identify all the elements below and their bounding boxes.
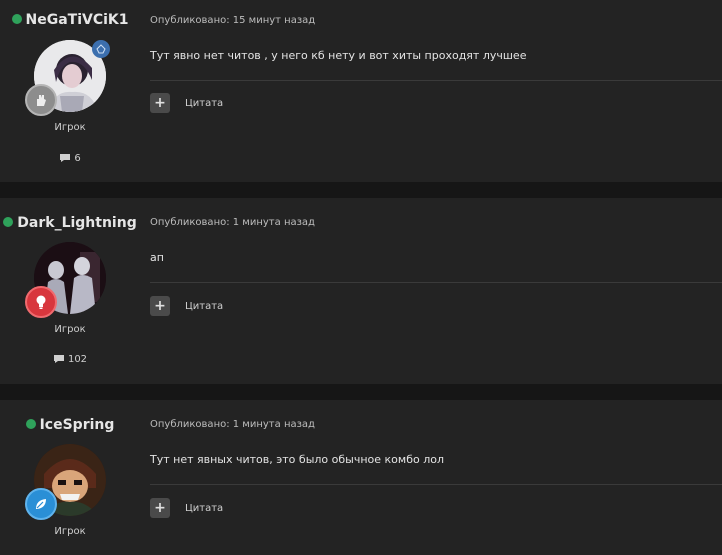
published-date: Опубликовано: 1 минута назад [150,217,315,228]
leaf-icon [25,488,57,520]
plus-icon: + [150,93,170,113]
user-role: Игрок [54,324,86,335]
published-date: Опубликовано: 1 минута назад [150,419,315,430]
post-text: ап [150,251,164,264]
quote-button[interactable]: + Цитата [150,93,223,113]
published-date: Опубликовано: 15 минут назад [150,15,316,26]
quote-label: Цитата [185,300,224,312]
divider [150,80,722,81]
hand-icon [25,84,57,116]
post: Dark_Lightning Игрок 102 Опубликовано: 1… [0,198,722,384]
comment-icon [60,154,71,162]
post-count: 6 [0,153,140,164]
plus-icon: + [150,296,170,316]
online-indicator [3,217,14,227]
quote-button[interactable]: + Цитата [150,296,223,316]
user-role: Игрок [54,526,86,537]
online-indicator [25,419,36,429]
badge-icon [92,40,110,58]
comment-icon [53,355,64,363]
lightbulb-icon [25,286,57,318]
quote-button[interactable]: + Цитата [150,498,223,518]
online-indicator [11,14,22,24]
quote-label: Цитата [185,97,224,109]
divider [150,282,722,283]
plus-icon: + [150,498,170,518]
post: NeGaTiVCiK1 Игрок 6 Опубликовано: 15 мин… [0,0,722,182]
user-role: Игрок [54,122,86,133]
divider [150,484,722,485]
username[interactable]: IceSpring [0,417,140,433]
post-count: 102 [0,354,140,365]
username[interactable]: NeGaTiVCiK1 [0,12,140,28]
quote-label: Цитата [185,502,224,514]
post-text: Тут нет явных читов, это было обычное ко… [150,453,444,466]
post-text: Тут явно нет читов , у него кб нету и во… [150,49,527,62]
username[interactable]: Dark_Lightning [0,215,140,231]
post: IceSpring Игрок Опубликовано: 1 минута н… [0,400,722,555]
